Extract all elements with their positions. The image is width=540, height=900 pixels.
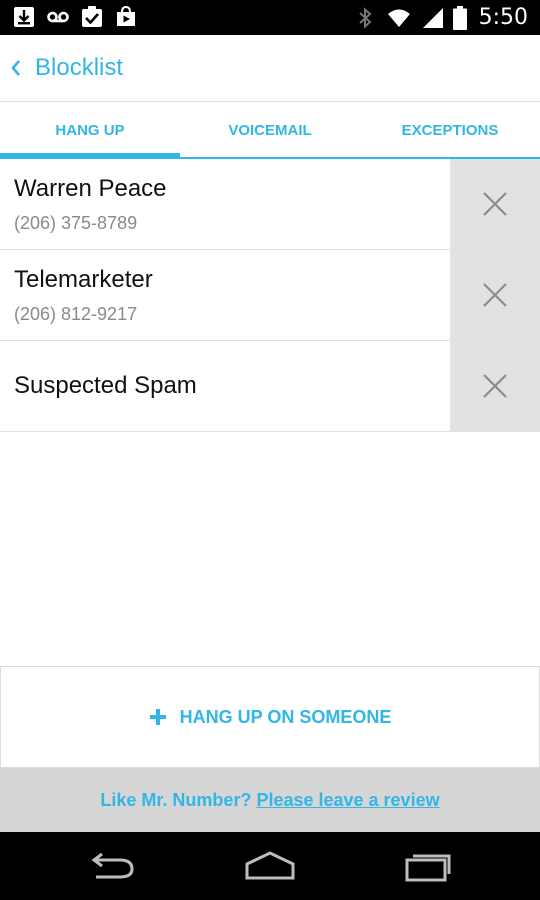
close-icon xyxy=(483,192,507,216)
play-store-icon xyxy=(117,5,135,26)
status-bar: 5:50 xyxy=(0,0,540,35)
battery-icon xyxy=(452,5,467,30)
remove-button[interactable] xyxy=(450,341,540,431)
voicemail-icon xyxy=(47,11,69,23)
home-icon[interactable] xyxy=(243,850,297,882)
close-icon xyxy=(483,283,507,307)
review-banner: Like Mr. Number? Please leave a review xyxy=(0,768,540,832)
plus-icon xyxy=(149,709,166,725)
tab-bar: HANG UP VOICEMAIL EXCEPTIONS xyxy=(0,103,540,159)
contact-name: Warren Peace xyxy=(14,174,167,202)
list-item[interactable]: Suspected Spam xyxy=(0,341,540,432)
tab-hang-up[interactable]: HANG UP xyxy=(0,103,180,159)
contact-number: (206) 812-9217 xyxy=(14,303,138,324)
signal-icon xyxy=(422,7,443,28)
remove-button[interactable] xyxy=(450,250,540,340)
review-prompt: Like Mr. Number? xyxy=(100,789,252,810)
download-icon xyxy=(14,7,34,27)
recents-icon[interactable] xyxy=(404,850,454,882)
action-bar: Blocklist xyxy=(0,35,540,102)
status-time: 5:50 xyxy=(478,5,528,30)
list-item[interactable]: Warren Peace (206) 375-8789 xyxy=(0,159,540,250)
close-icon xyxy=(483,374,507,398)
navigation-bar xyxy=(0,832,540,900)
page-title[interactable]: Blocklist xyxy=(35,54,123,82)
tab-exceptions[interactable]: EXCEPTIONS xyxy=(360,103,540,157)
add-button-label: HANG UP ON SOMEONE xyxy=(179,706,392,727)
list-item[interactable]: Telemarketer (206) 812-9217 xyxy=(0,250,540,341)
remove-button[interactable] xyxy=(450,159,540,249)
leave-review-link[interactable]: Please leave a review xyxy=(256,790,439,811)
contact-name: Suspected Spam xyxy=(14,372,197,399)
tab-voicemail[interactable]: VOICEMAIL xyxy=(180,103,360,157)
back-icon[interactable] xyxy=(88,850,136,882)
blocklist: Warren Peace (206) 375-8789 Telemarketer… xyxy=(0,159,540,432)
contact-number: (206) 375-8789 xyxy=(14,212,138,233)
task-check-icon xyxy=(82,6,102,27)
back-chevron-icon[interactable] xyxy=(10,58,22,78)
wifi-icon xyxy=(387,9,410,27)
contact-name: Telemarketer xyxy=(14,265,153,293)
hang-up-on-someone-button[interactable]: HANG UP ON SOMEONE xyxy=(0,666,540,768)
bluetooth-icon xyxy=(358,6,372,29)
